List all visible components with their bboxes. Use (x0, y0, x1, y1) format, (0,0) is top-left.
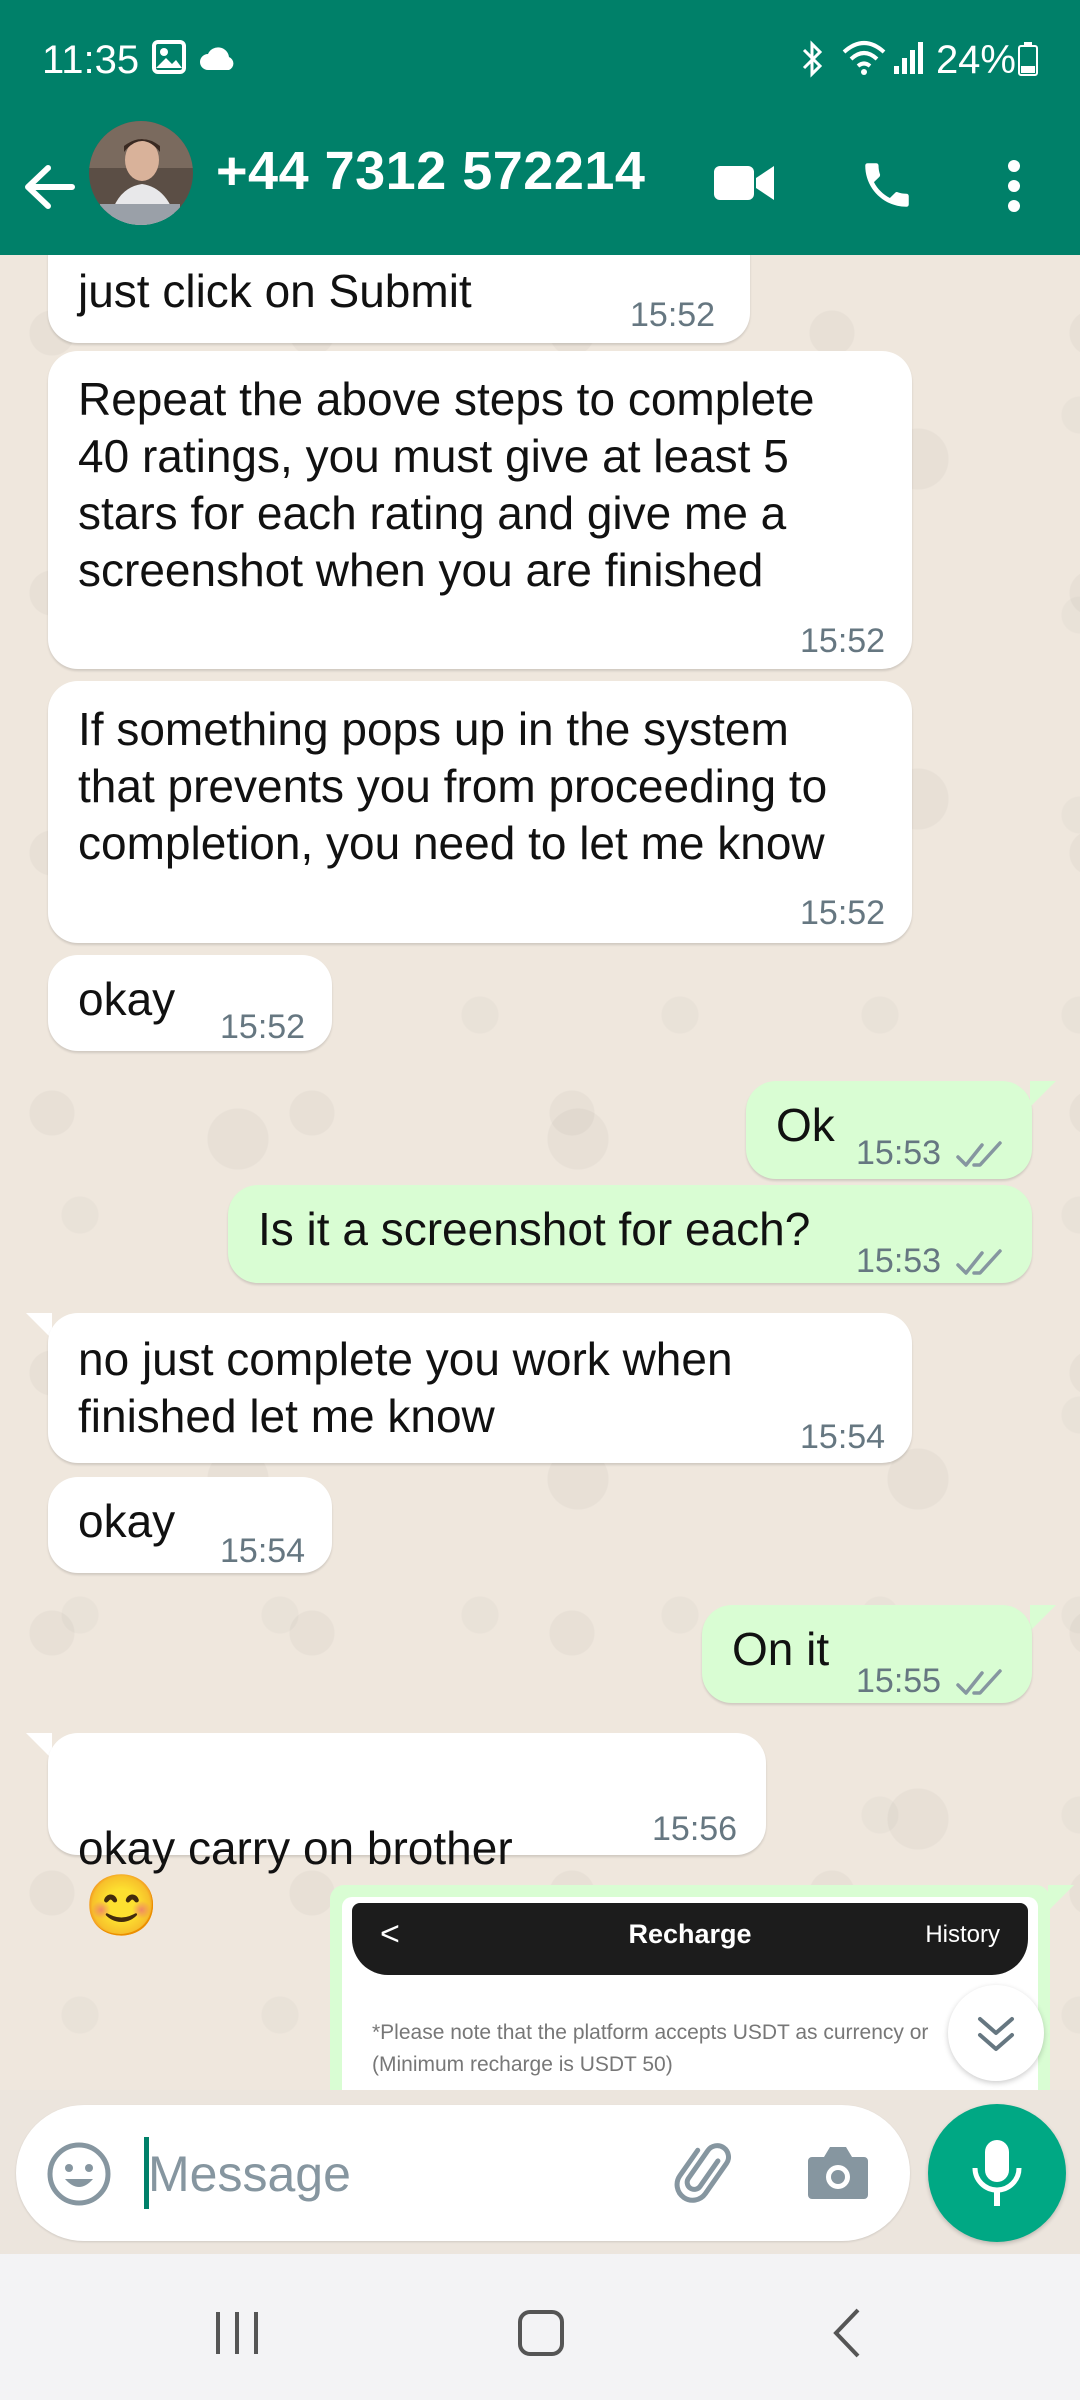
microphone-icon (972, 2140, 1022, 2206)
read-ticks-icon (956, 1127, 1006, 1184)
attach-icon[interactable] (674, 2141, 740, 2212)
incoming-message[interactable]: If something pops up in the system that … (48, 681, 912, 943)
message-text: okay (78, 973, 176, 1025)
system-back-icon[interactable] (828, 2306, 864, 2365)
message-text: On it (732, 1623, 830, 1675)
contact-name[interactable]: +44 7312 572214 (216, 140, 645, 202)
incoming-message[interactable]: okay carry on brother 😊 15:56 (48, 1733, 766, 1936)
message-time: 15:53 (856, 1134, 942, 1172)
voice-message-button[interactable] (928, 2104, 1066, 2242)
recharge-header: < Recharge History (352, 1903, 1028, 1975)
double-chevron-down-icon (978, 2017, 1014, 2051)
message-time: 15:52 (800, 894, 886, 932)
bubble-tail (1030, 1605, 1056, 1631)
recharge-note: *Please note that the platform accepts U… (372, 2021, 929, 2076)
back-arrow-icon[interactable] (22, 162, 76, 217)
message-text-body: okay carry on brother (78, 1822, 513, 1874)
battery-level: 24% (935, 38, 1016, 82)
read-ticks-icon (956, 1655, 1006, 1712)
message-time: 15:56 (652, 1810, 738, 1848)
message-time: 15:52 (630, 296, 716, 334)
image-preview[interactable]: < Recharge History *Please note that the… (342, 1897, 1038, 2090)
cloud-notification-icon (198, 44, 238, 77)
voice-call-icon[interactable] (858, 156, 916, 219)
incoming-message[interactable]: Repeat the above steps to complete 40 ra… (48, 351, 912, 669)
message-text: just click on Submit (78, 265, 472, 317)
recent-apps-icon[interactable] (212, 2310, 262, 2361)
message-text: Ok (776, 1099, 835, 1151)
video-call-icon[interactable] (712, 160, 776, 211)
scroll-to-bottom-button[interactable] (948, 1985, 1044, 2081)
outgoing-message[interactable]: Ok 15:53 (746, 1081, 1032, 1179)
status-time: 11:35 (42, 38, 140, 82)
chat-header: +44 7312 572214 (0, 120, 1080, 255)
message-text: Repeat the above steps to complete 40 ra… (78, 373, 815, 596)
battery-icon (1018, 42, 1038, 81)
incoming-message[interactable]: just click on Submit 15:52 (48, 255, 750, 343)
system-navigation-bar (0, 2254, 1080, 2400)
message-text: Is it a screenshot for each? (258, 1203, 811, 1255)
chat-area[interactable]: just click on Submit 15:52 Repeat the ab… (0, 255, 1080, 2090)
outgoing-image-message[interactable]: < Recharge History *Please note that the… (330, 1885, 1050, 2090)
message-time: 15:54 (220, 1532, 306, 1570)
message-text: no just complete you work when finished … (78, 1333, 733, 1442)
bubble-tail (1048, 1885, 1074, 1911)
emoji-icon[interactable] (46, 2141, 112, 2212)
more-options-icon[interactable] (1004, 158, 1024, 219)
outgoing-message[interactable]: On it 15:55 (702, 1605, 1032, 1703)
read-ticks-icon (956, 1235, 1006, 1292)
wifi-icon (842, 40, 886, 81)
message-time: 15:54 (800, 1418, 886, 1456)
incoming-message[interactable]: okay 15:54 (48, 1477, 332, 1573)
smiley-emoji: 😊 (84, 1872, 159, 1939)
outgoing-message[interactable]: Is it a screenshot for each? 15:53 (228, 1185, 1032, 1283)
message-time: 15:55 (856, 1662, 942, 1700)
message-time: 15:52 (800, 622, 886, 660)
avatar[interactable] (86, 118, 196, 233)
message-time: 15:52 (220, 1008, 306, 1046)
bluetooth-icon (800, 40, 826, 83)
bubble-tail (1030, 1081, 1056, 1107)
message-text: okay (78, 1495, 176, 1547)
gallery-notification-icon (152, 40, 186, 79)
message-composer (16, 2105, 910, 2241)
incoming-message[interactable]: no just complete you work when finished … (48, 1313, 912, 1463)
signal-icon (892, 40, 926, 81)
home-icon[interactable] (516, 2308, 566, 2363)
incoming-message[interactable]: okay 15:52 (48, 955, 332, 1051)
message-time: 15:53 (856, 1242, 942, 1280)
status-bar: 11:35 24% (0, 0, 1080, 120)
recharge-history: History (925, 1921, 1000, 1948)
message-input[interactable] (146, 2133, 670, 2215)
message-text: If something pops up in the system that … (78, 703, 828, 869)
camera-icon[interactable] (806, 2143, 870, 2206)
